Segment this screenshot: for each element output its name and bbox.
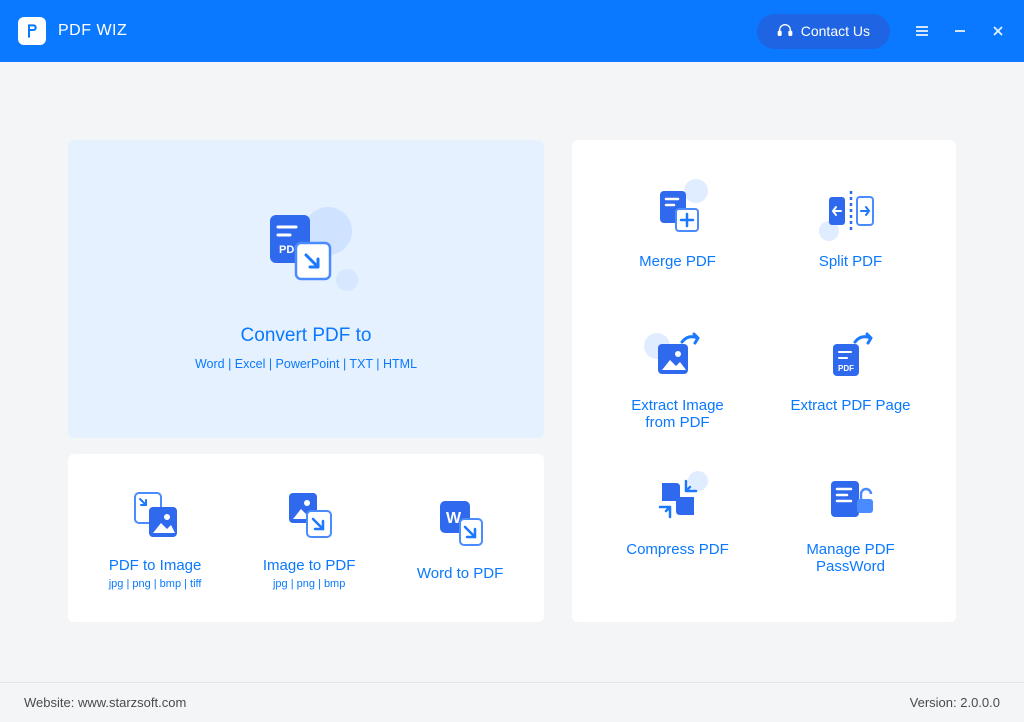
merge-pdf-tile[interactable]: Merge PDF (596, 170, 759, 304)
close-button[interactable] (990, 23, 1006, 39)
footer: Website: www.starzsoft.com Version: 2.0.… (0, 682, 1024, 722)
tool-title: Manage PDF PassWord (806, 541, 894, 579)
tool-title: Compress PDF (626, 541, 729, 579)
tool-title: Extract PDF Page (790, 397, 910, 435)
image-to-pdf-icon (281, 487, 337, 543)
split-pdf-icon (823, 183, 879, 239)
tool-title: PDF to Image (109, 557, 202, 574)
word-to-pdf-tile[interactable]: W Word to PDF (409, 487, 511, 590)
extract-pdf-page-tile[interactable]: PDF Extract PDF Page (769, 314, 932, 448)
contact-us-button[interactable]: Contact Us (757, 14, 890, 49)
app-title: PDF WIZ (58, 22, 127, 40)
tool-title: Extract Image from PDF (631, 397, 724, 435)
compress-pdf-icon (650, 471, 706, 527)
pdf-to-image-icon (127, 487, 183, 543)
tool-title: Word to PDF (417, 565, 503, 582)
convert-pdf-title: Convert PDF to (241, 325, 372, 347)
convert-pdf-tile[interactable]: PDF Convert PDF to Word | Excel | PowerP… (68, 140, 544, 438)
menu-button[interactable] (914, 23, 930, 39)
version-label: Version: 2.0.0.0 (910, 695, 1000, 710)
svg-text:PDF: PDF (838, 364, 854, 373)
manage-password-icon (823, 471, 879, 527)
tool-subtitle: jpg | png | bmp | tiff (109, 578, 202, 590)
convert-pdf-icon: PDF (258, 207, 354, 303)
manage-password-tile[interactable]: Manage PDF PassWord (769, 458, 932, 592)
window-controls (914, 23, 1006, 39)
split-pdf-tile[interactable]: Split PDF (769, 170, 932, 304)
tool-subtitle: jpg | png | bmp (273, 578, 345, 590)
tool-title: Merge PDF (639, 253, 716, 291)
word-to-pdf-icon: W (432, 495, 488, 551)
right-tools-grid: Merge PDF Split PDF (572, 140, 956, 622)
app-logo-icon (18, 17, 46, 45)
tool-title: Image to PDF (263, 557, 356, 574)
extract-pdf-page-icon: PDF (823, 327, 879, 383)
extract-image-tile[interactable]: Extract Image from PDF (596, 314, 759, 448)
contact-us-label: Contact Us (801, 23, 870, 39)
tool-title: Split PDF (819, 253, 882, 291)
titlebar: PDF WIZ Contact Us (0, 0, 1024, 62)
headset-icon (777, 22, 793, 41)
image-to-pdf-tile[interactable]: Image to PDF jpg | png | bmp (255, 479, 364, 598)
minimize-button[interactable] (952, 23, 968, 39)
pdf-to-image-tile[interactable]: PDF to Image jpg | png | bmp | tiff (101, 479, 210, 598)
website-link[interactable]: Website: www.starzsoft.com (24, 695, 186, 710)
main-content: PDF Convert PDF to Word | Excel | PowerP… (0, 62, 1024, 682)
extract-image-icon (650, 327, 706, 383)
compress-pdf-tile[interactable]: Compress PDF (596, 458, 759, 592)
left-tools-row: PDF to Image jpg | png | bmp | tiff Imag… (68, 454, 544, 622)
convert-pdf-subtitle: Word | Excel | PowerPoint | TXT | HTML (195, 357, 417, 371)
merge-pdf-icon (650, 183, 706, 239)
